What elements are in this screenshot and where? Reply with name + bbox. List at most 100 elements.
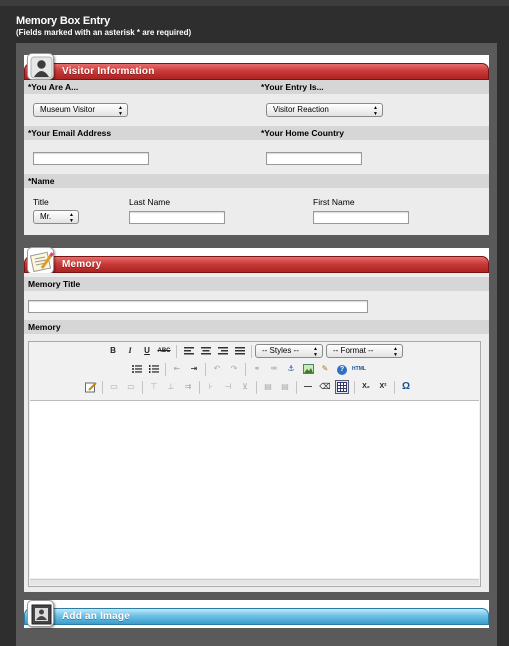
country-input[interactable] — [266, 152, 362, 165]
undo-icon[interactable]: ↶ — [210, 362, 224, 376]
toolbar-divider — [245, 363, 246, 376]
layer-props-icon[interactable]: ▭ — [124, 380, 138, 394]
select-arrows-icon: ▲ ▼ — [373, 105, 378, 117]
last-name-label: Last Name — [129, 197, 171, 207]
you-are-value: Museum Visitor — [40, 105, 95, 114]
memory-section-title: Memory — [62, 259, 102, 270]
bold-button[interactable]: B — [106, 344, 120, 358]
select-arrows-icon: ▲ ▼ — [118, 105, 123, 117]
toolbar-divider — [296, 381, 297, 394]
image-section: Add an Image — [24, 600, 489, 628]
editor-status-bar — [30, 579, 479, 585]
table-icon[interactable] — [335, 380, 349, 394]
entry-type-select[interactable]: Visitor Reaction ▲ ▼ — [266, 103, 383, 117]
memory-text-area[interactable] — [30, 400, 479, 578]
toolbar-divider — [354, 381, 355, 394]
html-source-button[interactable]: HTML — [352, 362, 366, 376]
visitor-section-header: Visitor Information — [24, 63, 489, 80]
table-merge-icon[interactable]: ▤ — [278, 380, 292, 394]
align-justify-icon[interactable] — [233, 344, 247, 358]
format-dropdown[interactable]: -- Format -- ▲ ▼ — [326, 344, 403, 358]
align-center-icon[interactable] — [199, 344, 213, 358]
country-label: *Your Home Country — [261, 128, 344, 138]
table-delete-col-icon[interactable]: ⊻ — [238, 380, 252, 394]
first-name-input[interactable] — [313, 211, 409, 224]
special-char-button[interactable]: Ω — [399, 380, 413, 394]
outdent-icon[interactable]: ⇤ — [170, 362, 184, 376]
unlink-icon[interactable]: ⚮ — [267, 362, 281, 376]
memory-section-header: Memory — [24, 256, 489, 273]
table-row-after-icon[interactable]: ⊥ — [164, 380, 178, 394]
image-section-title: Add an Image — [62, 611, 130, 622]
you-are-label: *You Are A... — [28, 82, 79, 92]
memory-panel: Memory Memory Title Memory B I U ABC -- … — [16, 245, 497, 600]
insert-layer-icon[interactable]: ▭ — [107, 380, 121, 394]
insert-image-icon[interactable] — [301, 362, 315, 376]
subscript-button[interactable]: X₂ — [359, 380, 373, 394]
memory-title-input[interactable] — [28, 300, 368, 313]
edit-note-icon[interactable] — [84, 380, 98, 394]
horizontal-rule-button[interactable]: — — [301, 380, 315, 394]
link-icon[interactable]: ⚭ — [250, 362, 264, 376]
title-select[interactable]: Mr. ▲ ▼ — [33, 210, 79, 224]
rich-text-editor: B I U ABC -- Styles -- ▲ ▼ -- Format -- … — [28, 341, 481, 587]
select-arrows-icon: ▲ ▼ — [313, 346, 318, 358]
label-row-band — [24, 320, 489, 334]
italic-button[interactable]: I — [123, 344, 137, 358]
cleanup-brush-icon[interactable]: ✎ — [318, 362, 332, 376]
toolbar-divider — [102, 381, 103, 394]
image-section-header[interactable]: Add an Image — [24, 608, 489, 625]
select-arrows-icon: ▲ ▼ — [69, 212, 74, 224]
indent-icon[interactable]: ⇥ — [187, 362, 201, 376]
memory-label: Memory — [28, 322, 61, 332]
first-name-label: First Name — [313, 197, 355, 207]
styles-value: -- Styles -- — [262, 346, 299, 355]
visitor-section-title: Visitor Information — [62, 66, 155, 77]
bullet-list-icon[interactable] — [130, 362, 144, 376]
table-row-before-icon[interactable]: ⊤ — [147, 380, 161, 394]
name-label: *Name — [28, 176, 55, 186]
last-name-input[interactable] — [129, 211, 225, 224]
page-title: Memory Box Entry — [16, 15, 110, 27]
email-label: *Your Email Address — [28, 128, 112, 138]
numbered-list-icon[interactable] — [147, 362, 161, 376]
superscript-button[interactable]: X² — [376, 380, 390, 394]
toolbar-divider — [256, 381, 257, 394]
toolbar-divider — [165, 363, 166, 376]
entry-type-value: Visitor Reaction — [273, 105, 329, 114]
eraser-icon[interactable]: ⌫ — [318, 380, 332, 394]
memory-title-label: Memory Title — [28, 279, 81, 289]
visitor-panel: Visitor Information *You Are A... *Your … — [16, 43, 497, 245]
toolbar-divider — [199, 381, 200, 394]
styles-dropdown[interactable]: -- Styles -- ▲ ▼ — [255, 344, 323, 358]
page-header: Memory Box Entry (Fields marked with an … — [16, 15, 191, 37]
table-col-after-icon[interactable]: ⊣ — [221, 380, 235, 394]
table-col-before-icon[interactable]: ⊦ — [204, 380, 218, 394]
toolbar-divider — [142, 381, 143, 394]
strikethrough-button[interactable]: ABC — [157, 344, 171, 358]
you-are-select[interactable]: Museum Visitor ▲ ▼ — [33, 103, 128, 117]
label-row-band — [24, 80, 489, 94]
format-value: -- Format -- — [333, 346, 374, 355]
underline-button[interactable]: U — [140, 344, 154, 358]
toolbar-divider — [251, 345, 252, 358]
visitor-form-body: *You Are A... *Your Entry Is... Museum V… — [24, 80, 489, 235]
picture-frame-icon — [27, 600, 54, 627]
title-value: Mr. — [40, 212, 52, 221]
align-right-icon[interactable] — [216, 344, 230, 358]
select-arrows-icon: ▲ ▼ — [393, 346, 398, 358]
memo-pencil-icon — [27, 247, 54, 274]
table-delete-row-icon[interactable]: ⇉ — [181, 380, 195, 394]
anchor-icon[interactable]: ⚓ — [284, 362, 298, 376]
top-bar — [0, 0, 509, 6]
memory-section: Memory Memory Title Memory B I U ABC -- … — [24, 247, 489, 592]
person-icon — [27, 53, 54, 80]
help-icon[interactable]: ? — [335, 362, 349, 376]
redo-icon[interactable]: ↷ — [227, 362, 241, 376]
toolbar-divider — [205, 363, 206, 376]
help-glyph: ? — [337, 365, 347, 375]
align-left-icon[interactable] — [182, 344, 196, 358]
table-split-icon[interactable]: ▤ — [261, 380, 275, 394]
toolbar-divider — [176, 345, 177, 358]
email-input[interactable] — [33, 152, 149, 165]
